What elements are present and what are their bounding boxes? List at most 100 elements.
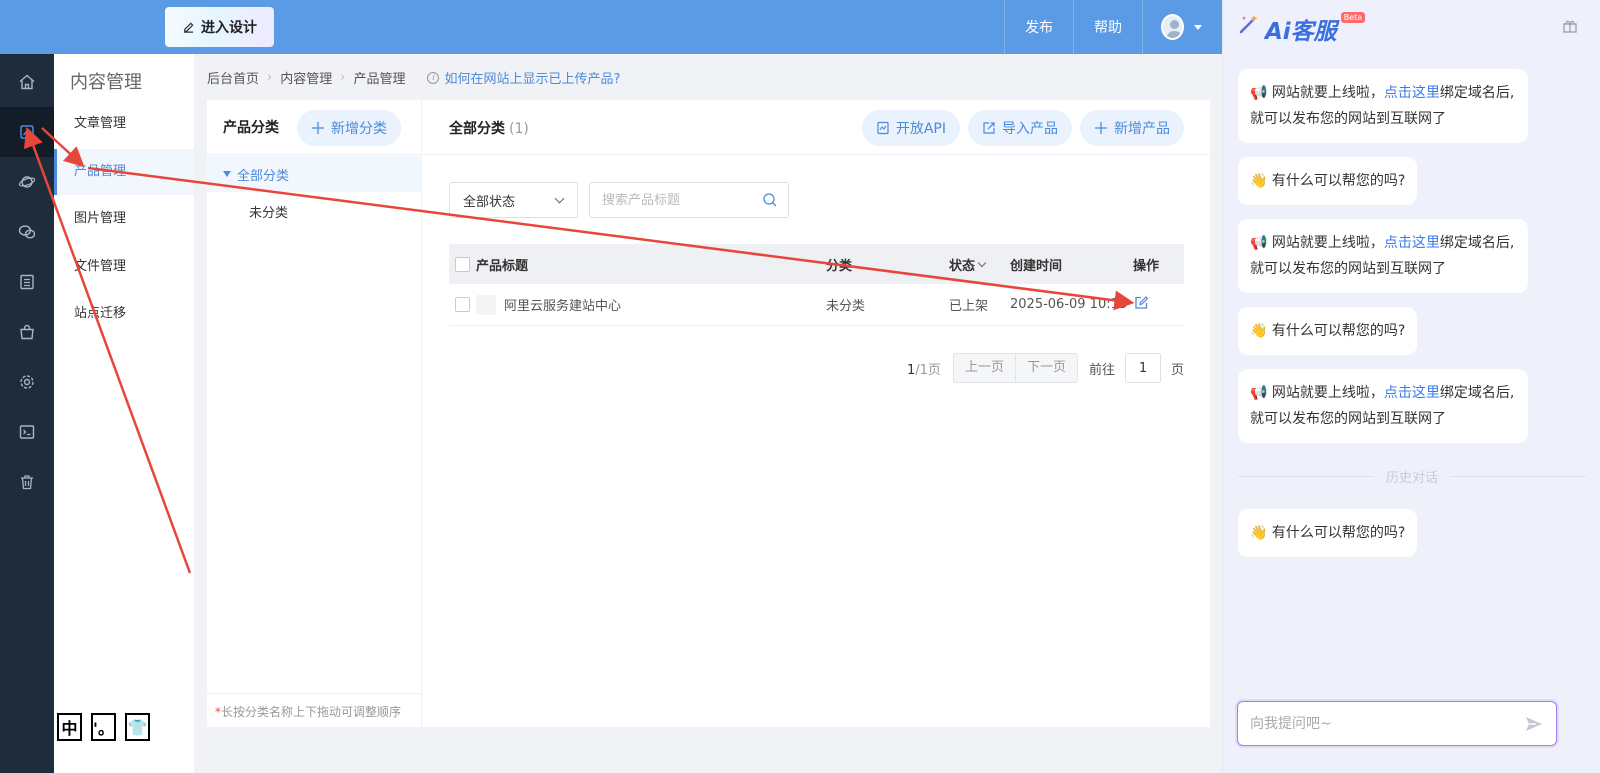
chat-icon: [18, 225, 36, 239]
gear-icon: [20, 375, 34, 389]
search-icon[interactable]: [762, 192, 778, 208]
help-link[interactable]: i 如何在网站上显示已上传产品?: [427, 68, 620, 87]
product-status: 已上架: [949, 299, 989, 314]
rail-settings[interactable]: [0, 357, 54, 407]
wave-hand-icon: 👋: [1250, 323, 1268, 339]
table-row: 阿里云服务建站中心 未分类 已上架 2025-06-09 10:13: [449, 284, 1184, 326]
page-unit-label: 页: [1170, 362, 1184, 378]
category-sort-tip: *长按分类名称上下拖动可调整顺序: [207, 693, 422, 720]
submenu-item-images[interactable]: 图片管理: [54, 196, 194, 242]
user-menu[interactable]: [1142, 0, 1222, 54]
submenu-item-files[interactable]: 文件管理: [54, 244, 194, 290]
category-title: 产品分类: [223, 120, 279, 136]
rail-chat[interactable]: [0, 207, 54, 257]
ai-message-text: 网站就要上线啦，: [1271, 235, 1384, 251]
category-header: 产品分类 新增分类: [207, 100, 421, 155]
breadcrumb-products: 产品管理: [353, 72, 406, 87]
page-indicator: 1/1页: [907, 359, 941, 378]
ai-message: 📢 网站就要上线啦，点击这里绑定域名后,就可以发布您的网站到互联网了: [1238, 69, 1528, 143]
ai-message: 👋 有什么可以帮您的吗?: [1238, 509, 1418, 557]
page-number-input[interactable]: 1: [1124, 353, 1161, 383]
ai-logo: Ai客服 Beta: [1237, 12, 1366, 46]
col-status[interactable]: 状态: [949, 255, 1010, 274]
import-products-button[interactable]: 导入产品: [968, 110, 1072, 146]
enter-design-label: 进入设计: [201, 20, 257, 36]
megaphone-icon: 📢: [1250, 385, 1268, 401]
caret-down-icon: [223, 171, 231, 177]
submenu-item-migration[interactable]: 站点迁移: [54, 291, 194, 337]
history-label[interactable]: 历史对话: [1386, 467, 1438, 486]
goto-label: 前往: [1088, 362, 1115, 378]
ai-brand-name: Ai客服: [1265, 19, 1337, 45]
rail-home[interactable]: [0, 57, 54, 107]
category-all[interactable]: 全部分类: [207, 156, 422, 192]
rail-trash[interactable]: [0, 457, 54, 507]
rail-planet[interactable]: [0, 157, 54, 207]
status-select[interactable]: 全部状态: [449, 182, 578, 218]
table-header: 产品标题 分类 状态 创建时间 操作: [449, 244, 1184, 284]
ai-chat-input[interactable]: [1250, 715, 1524, 732]
add-category-button[interactable]: 新增分类: [297, 110, 401, 146]
submenu-item-articles[interactable]: 文章管理: [54, 101, 194, 147]
filter-bar: 全部状态: [449, 182, 789, 218]
edit-icon: [183, 21, 194, 33]
ai-message: 📢 网站就要上线啦，点击这里绑定域名后,就可以发布您的网站到互联网了: [1238, 219, 1528, 293]
ime-punctuation-toggle[interactable]: '。: [91, 713, 116, 741]
plus-icon: [312, 122, 324, 134]
next-page-button[interactable]: 下一页: [1014, 354, 1077, 382]
product-card: 产品分类 新增分类 全部分类 未分类 *长按分类名称上下拖动可调整顺序 全部分类…: [207, 100, 1210, 727]
import-icon: [983, 122, 995, 134]
submenu-title: 内容管理: [70, 72, 142, 93]
search-input[interactable]: [602, 192, 752, 208]
ai-message-text: 有什么可以帮您的吗?: [1271, 323, 1406, 339]
bind-domain-link[interactable]: 点击这里: [1384, 85, 1440, 101]
bind-domain-link[interactable]: 点击这里: [1384, 235, 1440, 251]
enter-design-button[interactable]: 进入设计: [165, 7, 274, 47]
select-all-checkbox[interactable]: [455, 256, 470, 272]
status-select-value: 全部状态: [463, 194, 516, 210]
ai-service-panel: Ai客服 Beta 📢 网站就要上线啦，点击这里绑定域名后,就可以发布您的网站到…: [1222, 0, 1600, 773]
product-list-title: 全部分类 (1): [449, 118, 529, 138]
category-all-label: 全部分类: [237, 168, 290, 184]
prev-page-button[interactable]: 上一页: [954, 354, 1015, 382]
top-bar: 进入设计 发布 帮助: [0, 0, 1222, 54]
ai-message: 👋 有什么可以帮您的吗?: [1238, 307, 1418, 355]
ai-message: 📢 网站就要上线啦，点击这里绑定域名后,就可以发布您的网站到互联网了: [1238, 369, 1528, 443]
send-icon[interactable]: [1524, 714, 1544, 734]
rail-list[interactable]: [0, 257, 54, 307]
megaphone-icon: 📢: [1250, 235, 1268, 251]
breadcrumb-content[interactable]: 内容管理: [280, 68, 332, 87]
product-created: 2025-06-09 10:13: [1010, 297, 1128, 312]
edit-icon[interactable]: [1133, 295, 1149, 311]
col-status-label: 状态: [949, 258, 976, 274]
col-actions: 操作: [1133, 258, 1160, 274]
category-sort-tip-text: 长按分类名称上下拖动可调整顺序: [221, 705, 402, 719]
wave-hand-icon: 👋: [1250, 525, 1268, 541]
row-checkbox[interactable]: [455, 297, 470, 312]
rail-terminal[interactable]: [0, 407, 54, 457]
ime-chinese-toggle[interactable]: 中: [57, 713, 82, 741]
product-title[interactable]: 阿里云服务建站中心: [504, 295, 621, 314]
rail-bag[interactable]: [0, 307, 54, 357]
ime-skin-button[interactable]: 👕: [125, 713, 150, 741]
ai-gift-button[interactable]: [1562, 18, 1578, 38]
breadcrumb-home[interactable]: 后台首页: [207, 68, 259, 87]
add-product-button[interactable]: 新增产品: [1080, 110, 1184, 146]
rail-content[interactable]: [0, 107, 54, 157]
content-icon: [20, 125, 34, 139]
megaphone-icon: 📢: [1250, 85, 1268, 101]
category-panel: 产品分类 新增分类 全部分类 未分类 *长按分类名称上下拖动可调整顺序: [207, 100, 422, 727]
product-count: (1): [509, 121, 529, 137]
import-products-label: 导入产品: [1002, 121, 1058, 137]
help-button[interactable]: 帮助: [1073, 0, 1142, 54]
publish-button[interactable]: 发布: [1004, 0, 1073, 54]
info-icon: i: [427, 71, 440, 84]
add-product-label: 新增产品: [1114, 121, 1170, 137]
bind-domain-link[interactable]: 点击这里: [1384, 385, 1440, 401]
category-uncategorized[interactable]: 未分类: [249, 202, 288, 221]
help-link-label: 如何在网站上显示已上传产品?: [444, 72, 621, 87]
submenu-item-products[interactable]: 产品管理: [54, 149, 194, 195]
ai-chat-box: [1237, 701, 1557, 746]
open-api-button[interactable]: 开放API: [861, 110, 960, 146]
pagination: 1/1页 上一页 下一页 前往 1 页: [907, 353, 1184, 383]
